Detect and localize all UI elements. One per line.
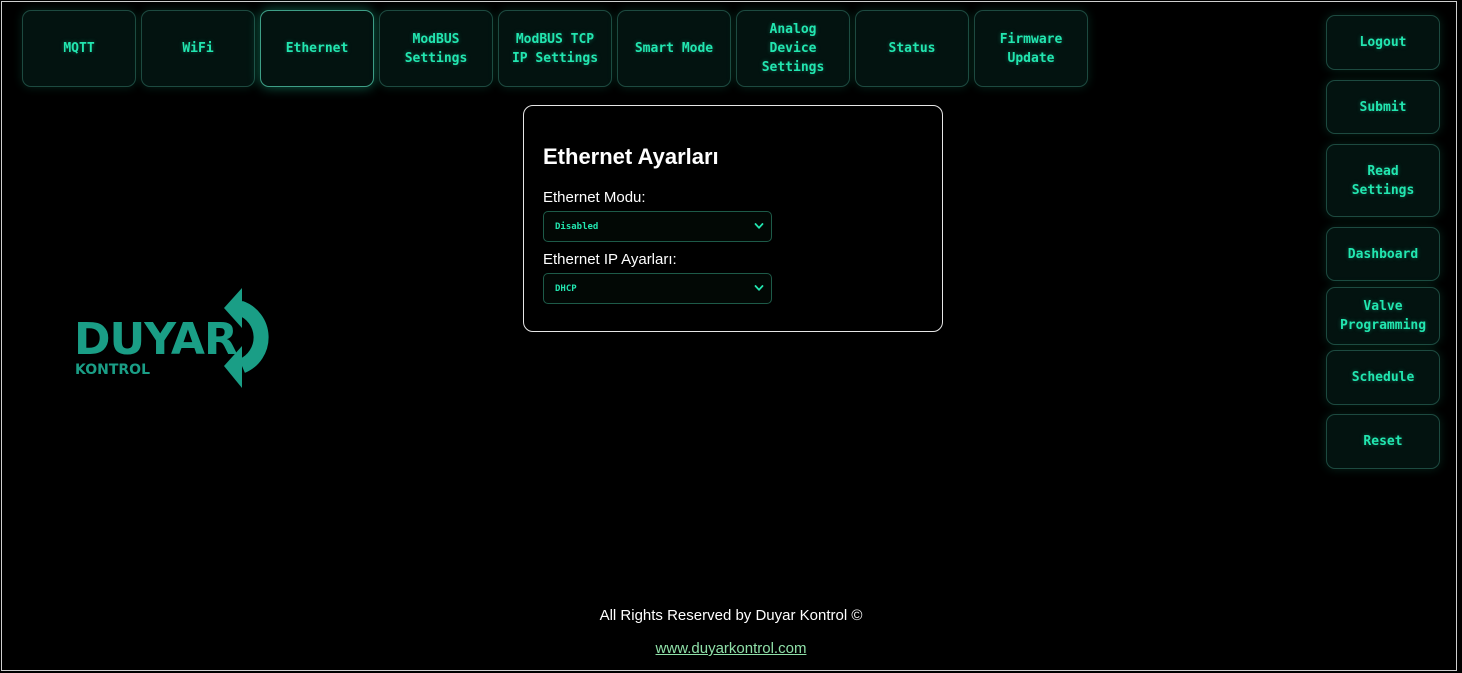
submit-button[interactable]: Submit bbox=[1326, 80, 1440, 134]
tab-smart-mode[interactable]: Smart Mode bbox=[617, 10, 731, 87]
logout-button[interactable]: Logout bbox=[1326, 15, 1440, 70]
ethernet-settings-panel: Ethernet Ayarları Ethernet Modu: Disable… bbox=[523, 105, 943, 332]
read-settings-button[interactable]: Read Settings bbox=[1326, 144, 1440, 217]
ethernet-mode-label: Ethernet Modu: bbox=[543, 189, 646, 206]
ethernet-ip-label: Ethernet IP Ayarları: bbox=[543, 251, 677, 268]
tab-mqtt[interactable]: MQTT bbox=[22, 10, 136, 87]
footer-website-link[interactable]: www.duyarkontrol.com bbox=[656, 640, 807, 657]
tab-ethernet[interactable]: Ethernet bbox=[260, 10, 374, 87]
tab-status[interactable]: Status bbox=[855, 10, 969, 87]
tab-analog-device-settings[interactable]: Analog Device Settings bbox=[736, 10, 850, 87]
ethernet-mode-select[interactable]: Disabled bbox=[543, 211, 772, 242]
footer-link-container: www.duyarkontrol.com bbox=[0, 640, 1462, 657]
logo-name: DUYAR bbox=[74, 314, 237, 365]
panel-title: Ethernet Ayarları bbox=[543, 144, 719, 169]
tab-modbus-tcp-ip-settings[interactable]: ModBUS TCP IP Settings bbox=[498, 10, 612, 87]
ethernet-ip-value: DHCP bbox=[555, 283, 577, 294]
chevron-down-icon bbox=[754, 285, 764, 291]
logo-sub: KONTROL bbox=[75, 362, 150, 378]
tab-wifi[interactable]: WiFi bbox=[141, 10, 255, 87]
tab-firmware-update[interactable]: Firmware Update bbox=[974, 10, 1088, 87]
reset-button[interactable]: Reset bbox=[1326, 414, 1440, 469]
tab-modbus-settings[interactable]: ModBUS Settings bbox=[379, 10, 493, 87]
logo-arc bbox=[237, 300, 269, 373]
chevron-down-icon bbox=[754, 223, 764, 229]
valve-programming-button[interactable]: Valve Programming bbox=[1326, 287, 1440, 345]
schedule-button[interactable]: Schedule bbox=[1326, 350, 1440, 405]
dashboard-button[interactable]: Dashboard bbox=[1326, 227, 1440, 281]
ethernet-mode-value: Disabled bbox=[555, 221, 599, 232]
ethernet-ip-select[interactable]: DHCP bbox=[543, 273, 772, 304]
duyar-kontrol-logo: DUYAR KONTROL bbox=[74, 288, 269, 388]
footer-copyright: All Rights Reserved by Duyar Kontrol © bbox=[599, 607, 863, 624]
